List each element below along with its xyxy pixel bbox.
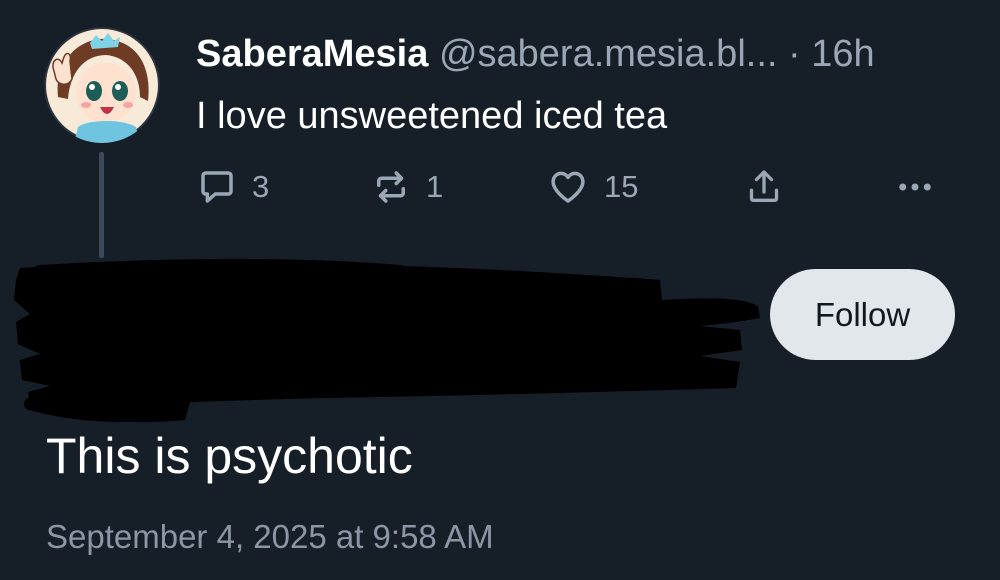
reply-text: This is psychotic xyxy=(46,428,413,484)
follow-button[interactable]: Follow xyxy=(770,269,955,360)
reply-timestamp: September 4, 2025 at 9:58 AM xyxy=(46,518,494,555)
